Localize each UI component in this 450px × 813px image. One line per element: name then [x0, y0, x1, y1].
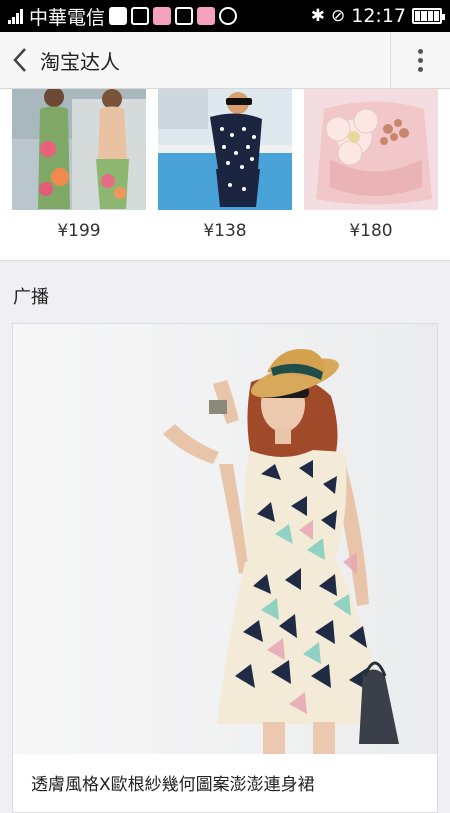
battery-icon	[412, 8, 445, 24]
product-card[interactable]: ¥199	[12, 89, 146, 241]
status-right: ✱ ⊘ 12:17	[310, 5, 445, 27]
message-icon	[109, 7, 128, 25]
mute-icon: ⊘	[330, 6, 346, 26]
chevron-left-icon	[13, 48, 26, 72]
broadcast-card[interactable]: 透膚風格X歐根紗幾何圖案澎澎連身裙	[12, 323, 438, 813]
product-strip: ¥199 ¥138 ¥180	[0, 89, 450, 261]
page-title: 淘宝达人	[40, 49, 120, 74]
mail-icon	[175, 7, 194, 25]
status-left: 中華電信	[8, 3, 238, 30]
product-image	[12, 89, 146, 210]
location-icon	[219, 7, 238, 25]
carrier-name: 中華電信	[29, 6, 106, 29]
clock: 12:17	[351, 5, 406, 27]
signal-icon	[8, 8, 23, 24]
navigation-bar: 淘宝达人	[0, 31, 450, 89]
broadcast-caption: 透膚風格X歐根紗幾何圖案澎澎連身裙	[31, 775, 315, 795]
more-vertical-icon	[418, 48, 423, 54]
broadcast-image	[13, 324, 437, 754]
camera-icon	[153, 7, 172, 25]
status-bar: 中華電信 ✱ ⊘ 12:17	[0, 0, 450, 32]
more-options-button[interactable]	[390, 31, 450, 89]
product-price: ¥138	[203, 221, 247, 241]
facebook-icon	[131, 7, 150, 25]
product-card[interactable]: ¥180	[304, 89, 438, 241]
product-price: ¥180	[349, 221, 393, 241]
back-button[interactable]	[0, 32, 40, 89]
product-image	[158, 89, 292, 210]
product-price: ¥199	[57, 221, 101, 241]
bluetooth-icon: ✱	[310, 6, 325, 26]
section-title: 广播	[13, 287, 49, 308]
product-image	[304, 89, 438, 210]
app-icon	[197, 7, 216, 25]
product-card[interactable]: ¥138	[158, 89, 292, 241]
